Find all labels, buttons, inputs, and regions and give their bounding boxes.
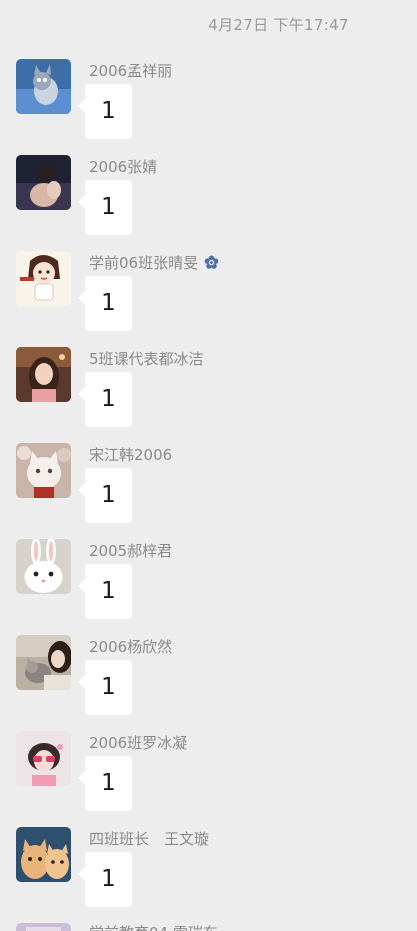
cartoon-girl-avatar[interactable] (16, 251, 71, 306)
sender-name: 2006张婧 (89, 158, 158, 176)
chat-message: 5班课代表都冰洁 1 (0, 347, 417, 443)
chat-message: 宋江韩2006 1 (0, 443, 417, 539)
two-cats-avatar[interactable] (16, 827, 71, 882)
sender-name: 学前06班张晴旻 (89, 253, 219, 273)
flower-badge-icon (204, 254, 219, 270)
chat-message: 四班班长 王文璇 1 (0, 827, 417, 923)
message-bubble[interactable]: 1 (78, 756, 132, 811)
white-cat-avatar[interactable] (16, 443, 71, 498)
sender-name: 2006杨欣然 (89, 638, 173, 656)
white-rabbit-avatar[interactable] (16, 539, 71, 594)
chat-message: 2006班罗冰凝 1 (0, 731, 417, 827)
message-bubble[interactable]: 1 (78, 852, 132, 907)
message-timestamp: 4月27日 下午17:47 (208, 16, 349, 34)
girl-photo-avatar[interactable] (16, 347, 71, 402)
sender-name: 宋江韩2006 (89, 446, 173, 464)
partial-avatar[interactable] (16, 923, 71, 931)
chat-message: 2005郝梓君 1 (0, 539, 417, 635)
chat-message: 2006张婧 1 (0, 155, 417, 251)
sender-name: 2006班罗冰凝 (89, 734, 188, 752)
message-bubble[interactable]: 1 (78, 660, 132, 715)
chat-message: 2006杨欣然 1 (0, 635, 417, 731)
sender-name: 2006孟祥丽 (89, 62, 173, 80)
sender-name: 学前教育04 雷瑞东 (89, 923, 218, 931)
girl-with-cat-avatar[interactable] (16, 635, 71, 690)
message-bubble[interactable]: 1 (78, 180, 132, 235)
sender-name: 2005郝梓君 (89, 542, 173, 560)
chat-message: 2006孟祥丽 1 (0, 59, 417, 155)
message-bubble[interactable]: 1 (78, 468, 132, 523)
message-bubble[interactable]: 1 (78, 564, 132, 619)
message-bubble[interactable]: 1 (78, 276, 132, 331)
dark-photo-avatar[interactable] (16, 155, 71, 210)
pink-girl-avatar[interactable] (16, 731, 71, 786)
group-chat-screen: 4月27日 下午17:47 2006孟祥丽 1 2006张婧 1 学前06班张晴… (0, 0, 417, 931)
chat-message: 学前06班张晴旻 1 (0, 251, 417, 347)
message-bubble[interactable]: 1 (78, 84, 132, 139)
cartoon-cat-avatar[interactable] (16, 59, 71, 114)
sender-name: 5班课代表都冰洁 (89, 350, 204, 368)
sender-name: 四班班长 王文璇 (89, 830, 210, 848)
message-bubble[interactable]: 1 (78, 372, 132, 427)
chat-message-partial: 学前教育04 雷瑞东 (0, 923, 417, 931)
